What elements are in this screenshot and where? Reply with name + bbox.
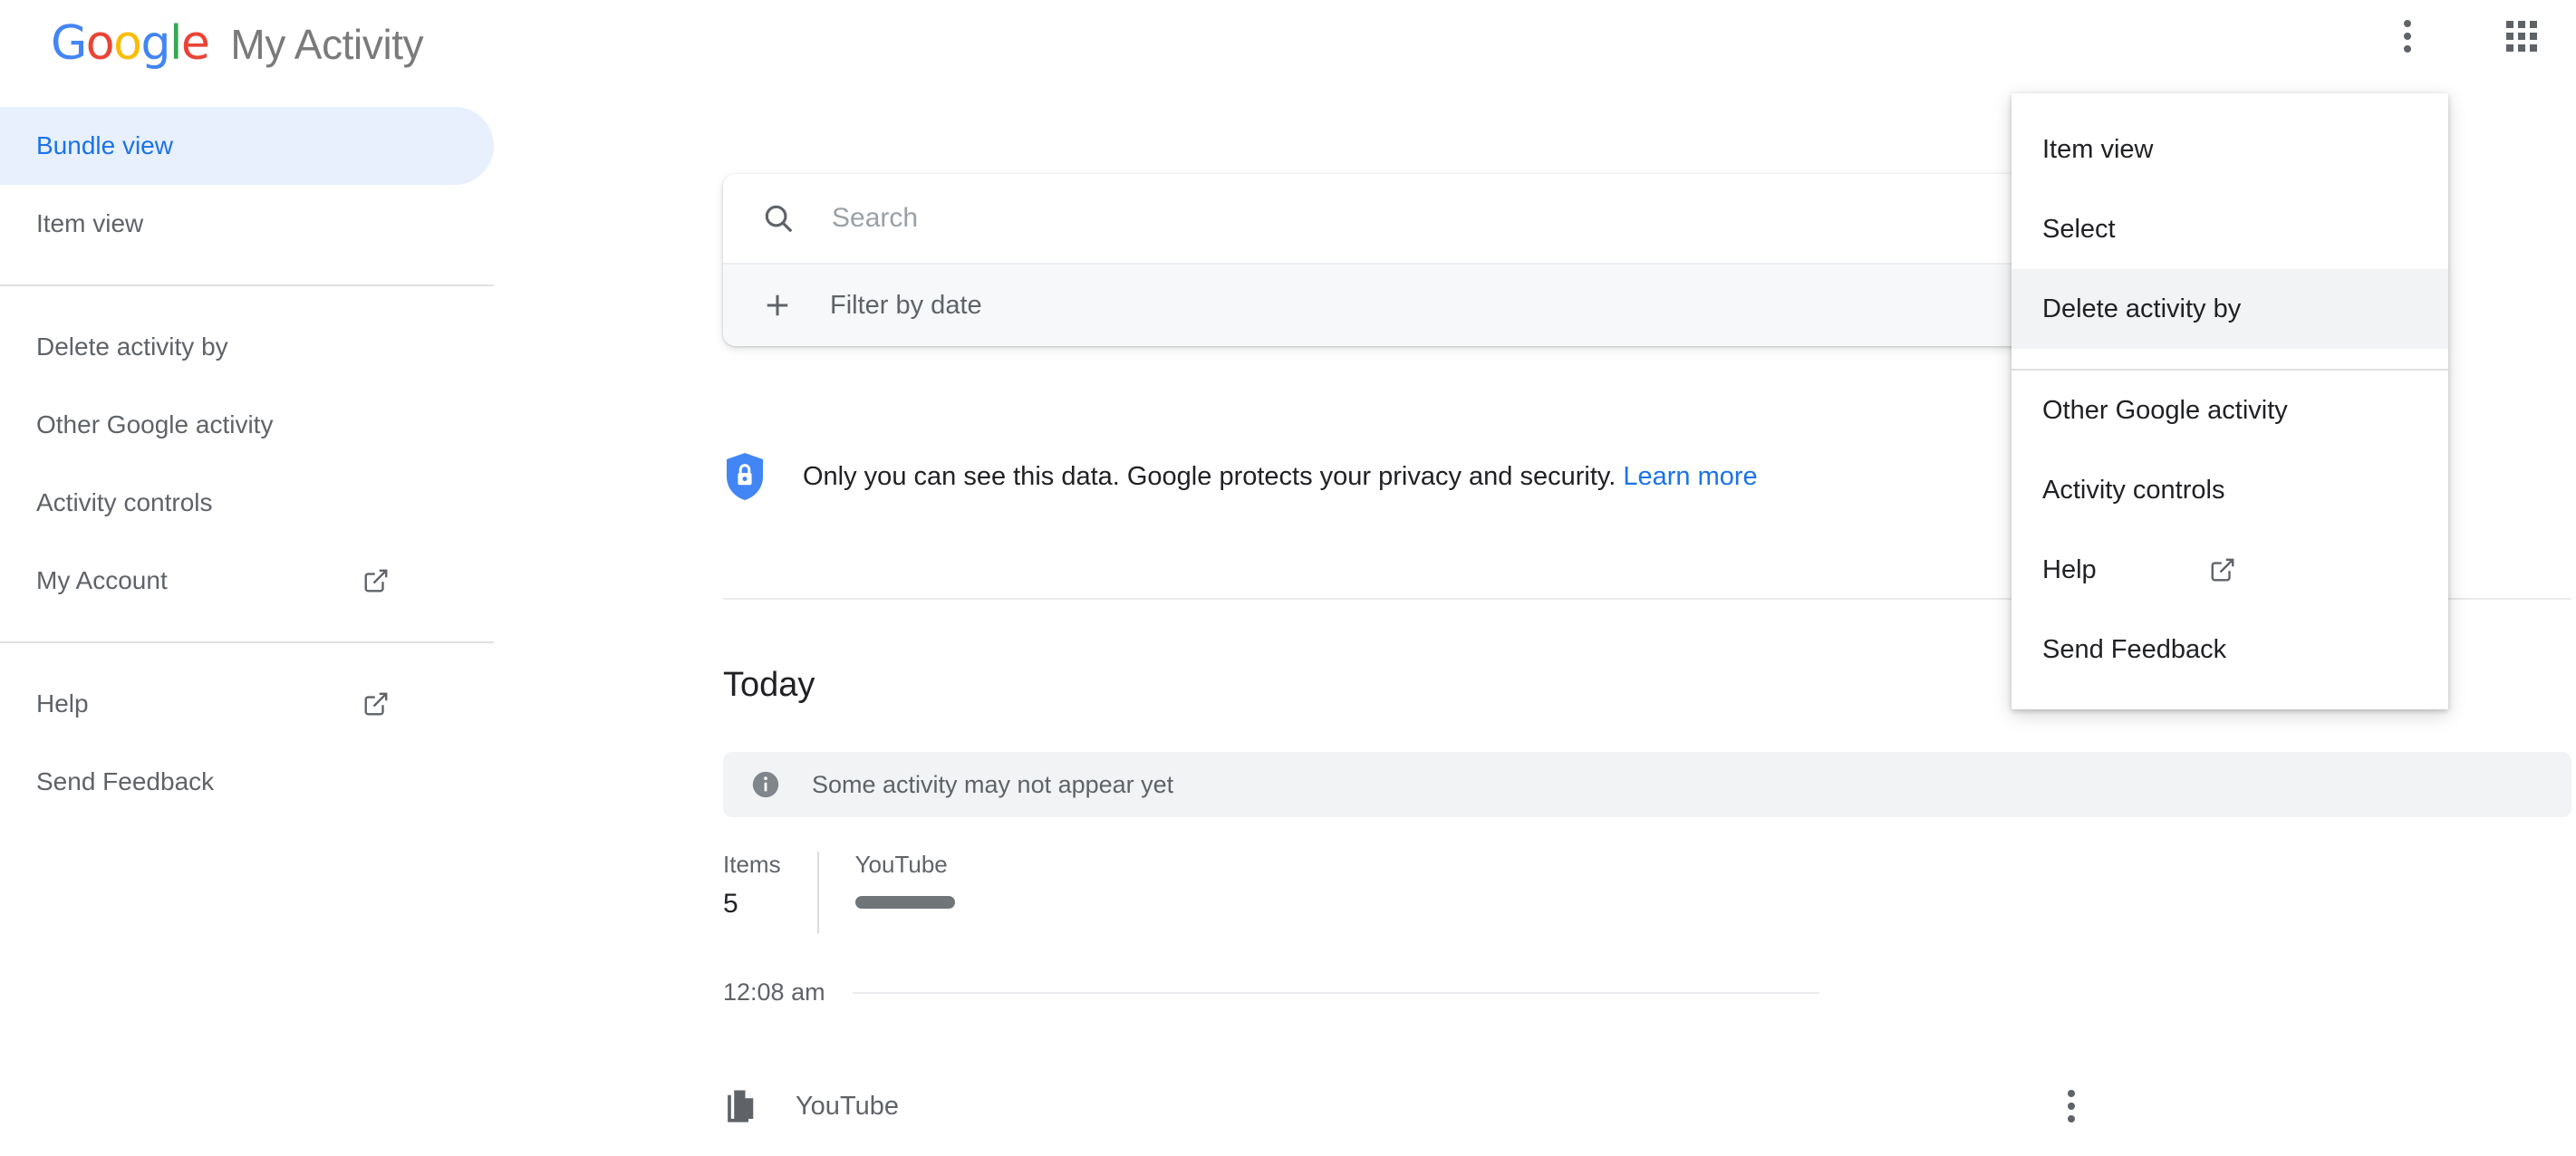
activity-item-menu-button[interactable] [2046, 1081, 2097, 1132]
sidebar-item-item-view[interactable]: Item view [0, 185, 580, 263]
sidebar-item-send-feedback[interactable]: Send Feedback [0, 743, 580, 821]
sidebar-item-label: Item view [36, 209, 144, 237]
menu-item-label: Send Feedback [2042, 634, 2227, 664]
menu-item-help[interactable]: Help [2012, 530, 2448, 610]
sidebar-item-label: Activity controls [36, 488, 213, 516]
filter-by-date-label: Filter by date [830, 290, 982, 320]
product-name: My Activity [230, 21, 424, 68]
overflow-menu-popup: Item view Select Delete activity by Othe… [2012, 93, 2448, 709]
documents-copy-icon [723, 1087, 761, 1125]
search-card: Filter by date [723, 174, 2227, 346]
menu-item-select[interactable]: Select [2012, 189, 2448, 269]
sidebar-item-bundle-view[interactable]: Bundle view [0, 107, 494, 185]
sidebar-item-my-account[interactable]: My Account [0, 542, 580, 620]
sidebar-item-label: Delete activity by [36, 332, 228, 361]
stat-items-label: Items [723, 851, 781, 878]
timeline-time-row: 12:08 am [723, 978, 1819, 1007]
plus-icon [761, 289, 794, 322]
sidebar-item-help[interactable]: Help [0, 665, 580, 743]
search-icon [761, 201, 796, 236]
external-link-icon [362, 690, 390, 718]
sidebar-item-label: Send Feedback [36, 767, 215, 795]
stat-product-label: YouTube [854, 851, 948, 878]
sidebar-divider-2 [0, 641, 494, 643]
external-link-icon [362, 567, 390, 594]
sidebar-item-label: Help [36, 689, 89, 718]
menu-item-other-google-activity[interactable]: Other Google activity [2012, 371, 2448, 450]
activity-stats: Items 5 YouTube [723, 852, 955, 933]
privacy-notice-text: Only you can see this data. Google prote… [803, 462, 1758, 492]
info-banner-text: Some activity may not appear yet [812, 770, 1174, 798]
stat-product: YouTube [854, 851, 955, 933]
menu-item-delete-activity-by[interactable]: Delete activity by [2012, 269, 2448, 349]
search-input[interactable] [832, 191, 2010, 246]
privacy-notice-sentence: Only you can see this data. Google prote… [803, 461, 1616, 491]
filter-by-date-row[interactable]: Filter by date [723, 263, 2227, 346]
my-activity-page: Google My Activity Bundle view Item view… [0, 0, 2576, 1156]
brand-lockup: Google My Activity [51, 16, 424, 71]
stats-separator [816, 852, 819, 933]
sidebar-nav: Bundle view Item view Delete activity by… [0, 107, 580, 821]
activity-list-item[interactable]: YouTube [723, 1087, 2173, 1125]
menu-item-label: Select [2042, 214, 2116, 244]
stat-items: Items 5 [723, 852, 781, 933]
menu-item-item-view[interactable]: Item view [2012, 110, 2448, 189]
shield-lock-icon [723, 451, 767, 502]
external-link-icon [2209, 556, 2236, 583]
menu-item-label: Delete activity by [2042, 294, 2242, 323]
kebab-menu-icon [2068, 1090, 2075, 1122]
sidebar-item-label: Bundle view [36, 131, 173, 159]
menu-item-activity-controls[interactable]: Activity controls [2012, 450, 2448, 530]
timeline-rule [852, 991, 1819, 994]
menu-item-label: Item view [2042, 134, 2154, 164]
search-row[interactable] [723, 174, 2227, 263]
learn-more-link[interactable]: Learn more [1623, 462, 1757, 491]
sidebar-item-activity-controls[interactable]: Activity controls [0, 464, 580, 542]
stat-items-value: 5 [723, 888, 738, 919]
activity-item-label: YouTube [796, 1091, 899, 1121]
page-section-heading: Today [723, 666, 815, 704]
menu-item-send-feedback[interactable]: Send Feedback [2012, 610, 2448, 689]
google-logo: Google [51, 16, 210, 71]
info-banner: Some activity may not appear yet [723, 752, 2571, 817]
stat-product-bar [854, 895, 955, 909]
info-icon [750, 769, 781, 800]
sidebar-item-other-google-activity[interactable]: Other Google activity [0, 386, 580, 464]
menu-item-label: Help [2042, 554, 2097, 584]
sidebar-item-label: Other Google activity [36, 410, 274, 438]
sidebar-item-label: My Account [36, 566, 168, 594]
sidebar-item-delete-activity-by[interactable]: Delete activity by [0, 308, 580, 386]
menu-item-label: Activity controls [2042, 475, 2225, 505]
menu-item-label: Other Google activity [2042, 395, 2288, 425]
timeline-time-label: 12:08 am [723, 978, 825, 1006]
sidebar-divider-1 [0, 284, 494, 286]
privacy-notice: Only you can see this data. Google prote… [723, 451, 1758, 502]
